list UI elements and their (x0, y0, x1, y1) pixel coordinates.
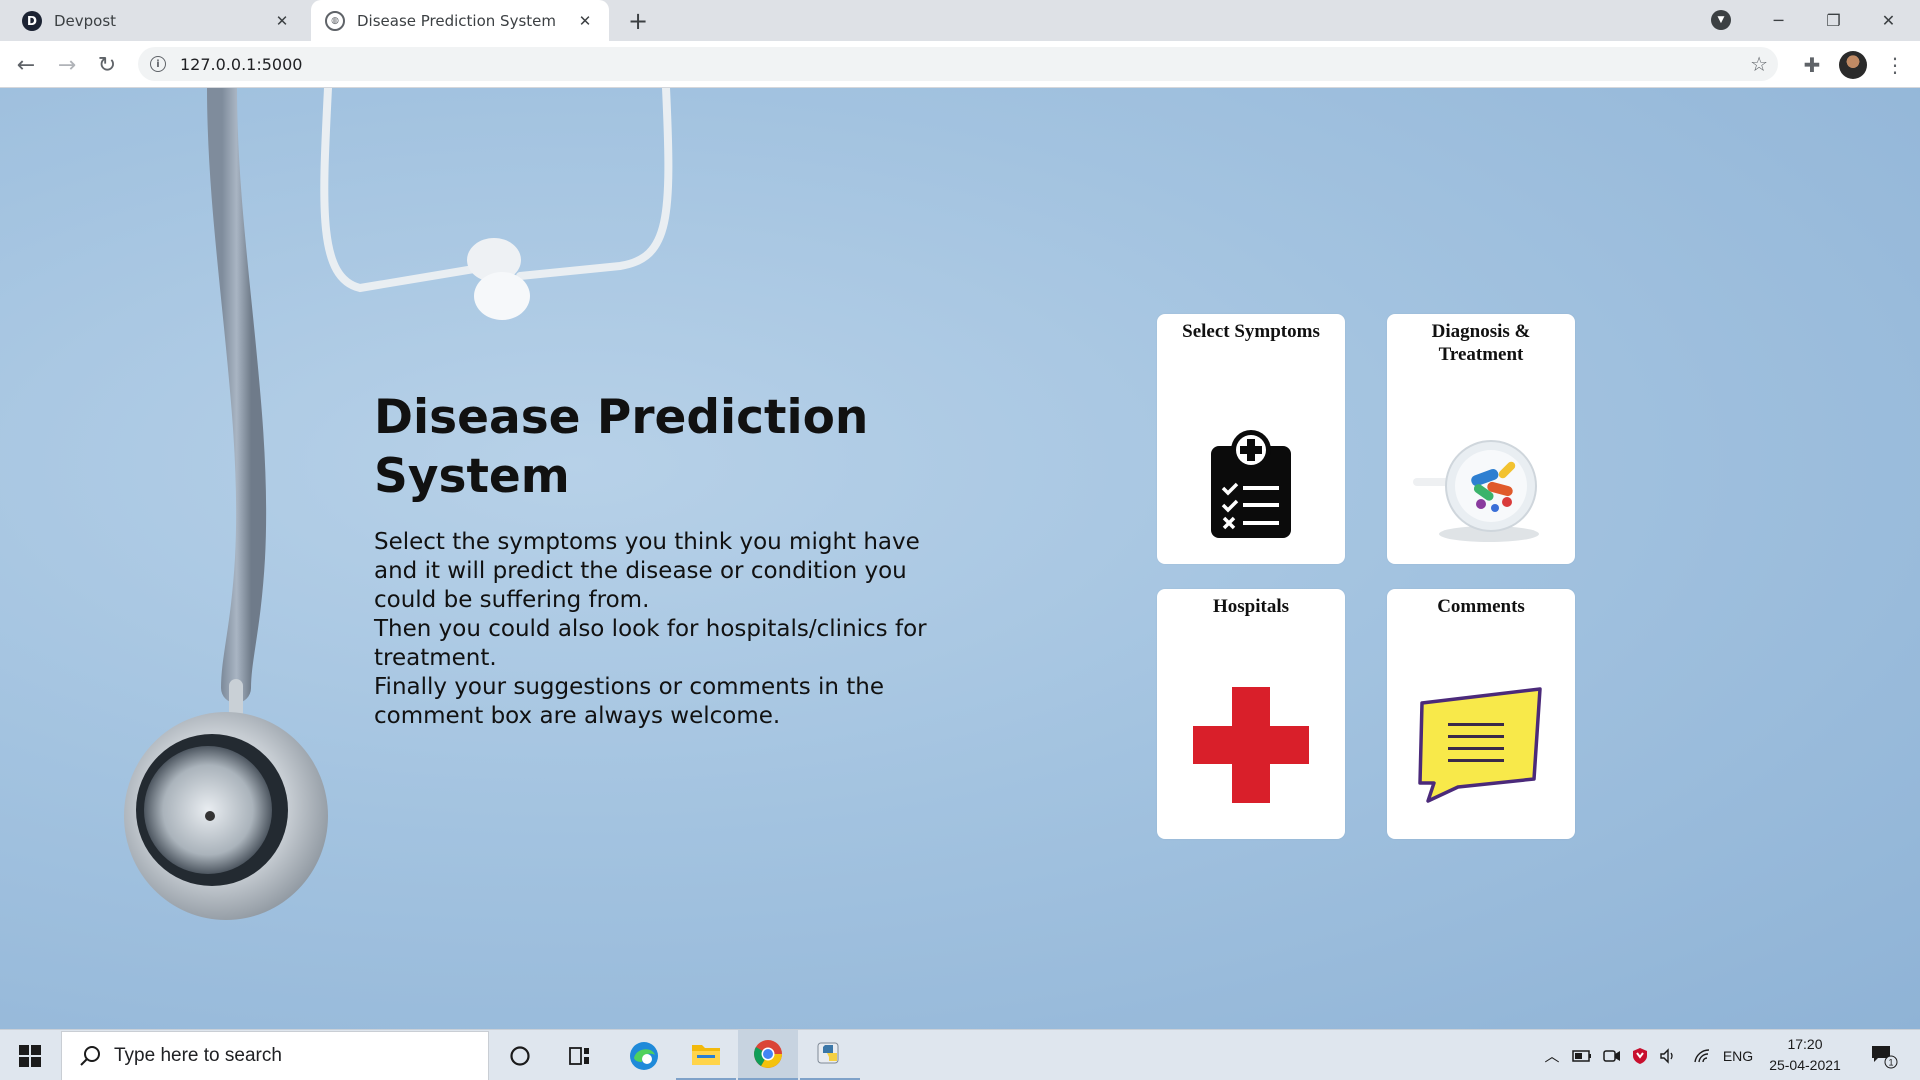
tab-title: Devpost (54, 11, 117, 30)
clipboard-checklist-icon (1157, 430, 1345, 538)
taskbar-clock[interactable]: 17:20 25-04-2021 (1760, 1034, 1850, 1076)
bookmark-star-icon[interactable]: ☆ (1750, 52, 1768, 76)
back-icon[interactable]: ← (10, 49, 42, 81)
hero-section: Disease Prediction System Select the sym… (374, 388, 954, 731)
browser-toolbar: ← → ↻ i 127.0.0.1:5000 ☆ ✚ ⋮ (0, 41, 1920, 88)
taskbar-search-input[interactable]: Type here to search (61, 1031, 489, 1080)
action-center-notification-icon[interactable]: 1 (1864, 1030, 1904, 1080)
search-placeholder: Type here to search (114, 1045, 282, 1066)
close-tab-icon[interactable]: ✕ (272, 11, 292, 31)
task-view-icon[interactable] (550, 1030, 610, 1080)
tab-devpost[interactable]: D Devpost ✕ (8, 0, 306, 41)
diagnosis-treatment-card[interactable]: Diagnosis & Treatment (1387, 314, 1575, 564)
page-description: Select the symptoms you think you might … (374, 529, 927, 729)
address-bar[interactable]: i 127.0.0.1:5000 ☆ (138, 47, 1778, 81)
card-title: Hospitals (1212, 596, 1290, 617)
browser-tab-strip: D Devpost ✕ ◍ Disease Prediction System … (0, 0, 1920, 41)
speech-bubble-icon (1387, 683, 1575, 803)
search-icon (78, 1044, 102, 1068)
wifi-network-icon[interactable] (1690, 1030, 1714, 1080)
windows-taskbar: Type here to search ︿ ENG 17:20 25-04-20… (0, 1029, 1920, 1080)
minimize-button[interactable]: ─ (1751, 0, 1806, 41)
hospitals-card[interactable]: Hospitals (1157, 589, 1345, 839)
clock-time: 17:20 (1787, 1036, 1823, 1052)
red-cross-icon (1157, 687, 1345, 803)
file-explorer-icon[interactable] (676, 1030, 736, 1080)
windows-start-icon[interactable] (10, 1040, 50, 1072)
browser-menu-icon[interactable]: ⋮ (1879, 49, 1911, 81)
battery-icon[interactable] (1570, 1030, 1594, 1080)
page-viewport: Disease Prediction System Select the sym… (0, 88, 1920, 1029)
chrome-browser-icon[interactable] (738, 1030, 798, 1080)
pills-bowl-icon (1387, 426, 1575, 546)
show-hidden-icons-chevron-up-icon[interactable]: ︿ (1540, 1030, 1564, 1080)
cortana-icon[interactable] (490, 1030, 550, 1080)
tab-search-icon[interactable]: ▼ (1711, 10, 1731, 30)
card-title: Comments (1437, 596, 1525, 617)
python-idle-icon[interactable] (800, 1030, 860, 1080)
site-info-icon[interactable]: i (150, 56, 166, 72)
profile-avatar[interactable] (1839, 51, 1867, 79)
devpost-favicon-icon: D (22, 10, 42, 31)
edge-browser-icon[interactable] (614, 1030, 674, 1080)
restore-button[interactable]: ❐ (1806, 0, 1861, 41)
close-tab-icon[interactable]: ✕ (575, 11, 595, 31)
notification-count: 1 (1888, 1057, 1893, 1067)
page-title: Disease Prediction System (374, 390, 869, 504)
globe-favicon-icon: ◍ (325, 10, 345, 31)
clock-date: 25-04-2021 (1769, 1057, 1841, 1073)
tab-title: Disease Prediction System (357, 11, 556, 30)
input-language-indicator[interactable]: ENG (1718, 1030, 1758, 1080)
meet-now-icon[interactable] (1600, 1030, 1624, 1080)
tab-disease-prediction[interactable]: ◍ Disease Prediction System ✕ (311, 0, 609, 41)
comments-card[interactable]: Comments (1387, 589, 1575, 839)
forward-icon[interactable]: → (51, 49, 83, 81)
mcafee-shield-icon[interactable] (1628, 1030, 1652, 1080)
card-title: Diagnosis & Treatment (1431, 321, 1531, 365)
volume-speaker-icon[interactable] (1656, 1030, 1680, 1080)
new-tab-button[interactable]: + (623, 6, 653, 36)
url-text[interactable]: 127.0.0.1:5000 (180, 55, 302, 74)
reload-icon[interactable]: ↻ (91, 49, 123, 81)
close-window-button[interactable]: ✕ (1861, 0, 1916, 41)
select-symptoms-card[interactable]: Select Symptoms (1157, 314, 1345, 564)
extensions-puzzle-icon[interactable]: ✚ (1796, 49, 1828, 81)
card-title: Select Symptoms (1182, 321, 1320, 342)
